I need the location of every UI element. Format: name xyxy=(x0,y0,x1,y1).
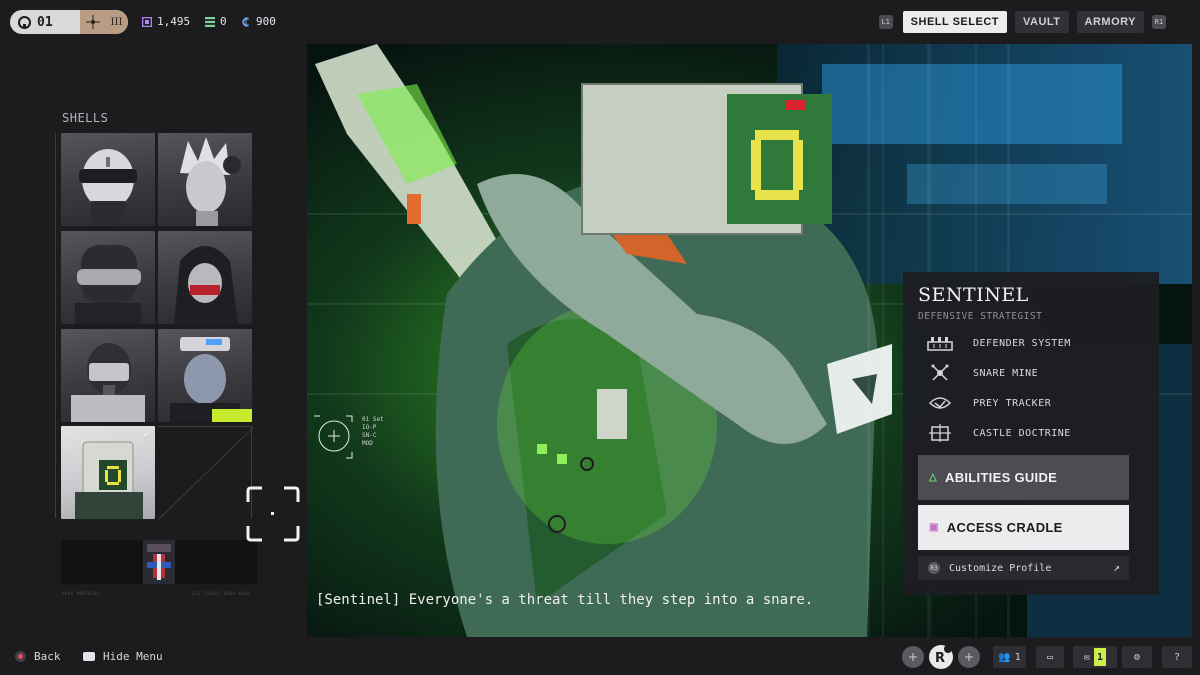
player-id: 01 xyxy=(10,10,80,34)
touchpad-button-icon xyxy=(83,652,95,661)
selected-check-icon: ✓ xyxy=(142,429,151,440)
currency-cubes: 1,495 xyxy=(142,15,190,28)
customize-profile-label: Customize Profile xyxy=(949,562,1052,574)
r3-button-hint: R3 xyxy=(928,562,940,574)
help-button[interactable]: ? xyxy=(1162,646,1192,668)
hud-readout-line: SN-C xyxy=(362,432,377,439)
player-id-text: 01 xyxy=(37,14,53,30)
player-emblem-icon xyxy=(18,15,31,29)
currency-credits-value: 900 xyxy=(256,15,276,28)
shell-portrait-sentinel[interactable]: ✓ xyxy=(61,426,155,519)
top-bar: 01 III 1,495 0 900 L1 SHELL SELECT VAULT… xyxy=(0,0,1200,44)
svg-text:R: R xyxy=(935,651,945,666)
ability-label: PREY TRACKER xyxy=(973,397,1052,409)
shell-info-card: SENTINEL DEFENSIVE STRATEGIST DEFENDER S… xyxy=(903,272,1159,595)
cube-currency-icon xyxy=(142,16,152,27)
shells-heading: SHELLS xyxy=(62,111,109,125)
ability-prey-tracker[interactable]: PREY TRACKER xyxy=(925,394,1051,412)
tab-shell-select[interactable]: SHELL SELECT xyxy=(902,11,1007,33)
prey-tracker-icon xyxy=(928,397,952,409)
access-cradle-button[interactable]: ▣ ACCESS CRADLE xyxy=(918,505,1129,550)
player-badge[interactable]: 01 III xyxy=(10,10,128,34)
shell-role: DEFENSIVE STRATEGIST xyxy=(918,311,1043,322)
top-nav: L1 SHELL SELECT VAULT ARMORY R1 xyxy=(878,11,1168,33)
rank-text: III xyxy=(110,16,123,28)
rank-cross-icon xyxy=(85,15,100,29)
shell-portrait-heavy-helm[interactable] xyxy=(61,231,155,324)
shells-divider xyxy=(55,133,56,518)
ability-snare-mine[interactable]: SNARE MINE xyxy=(925,364,1038,382)
tab-vault[interactable]: VAULT xyxy=(1014,11,1069,33)
shell-portrait-masked[interactable] xyxy=(61,329,155,422)
back-label: Back xyxy=(34,650,61,663)
mail-notification-badge: 1 xyxy=(1094,648,1107,666)
abilities-guide-button[interactable]: △ ABILITIES GUIDE xyxy=(918,455,1129,500)
hud-readout-line: IO-P xyxy=(362,424,377,431)
triangle-button-icon: △ xyxy=(929,472,937,483)
chat-icon: ▭ xyxy=(1046,651,1054,663)
castle-doctrine-icon xyxy=(929,424,951,442)
currency-credits: 900 xyxy=(241,15,276,28)
ability-label: SNARE MINE xyxy=(973,367,1039,379)
mail-button[interactable]: ✉ 1 xyxy=(1073,646,1117,668)
shell-portrait-visor[interactable] xyxy=(61,133,155,226)
shell-portrait-spiky-hair[interactable] xyxy=(158,133,252,226)
r1-button-hint: R1 xyxy=(1152,15,1166,29)
shell-name: SENTINEL xyxy=(918,284,1029,306)
mail-icon: ✉ xyxy=(1083,651,1090,663)
ability-defender-system[interactable]: DEFENDER SYSTEM xyxy=(925,334,1071,352)
banner-caption-left: ROOK PROTOCOL xyxy=(62,591,100,596)
hud-readout-line: MOD xyxy=(362,440,373,447)
tab-armory[interactable]: ARMORY xyxy=(1076,11,1144,33)
party-slots[interactable]: R xyxy=(899,644,987,670)
shell-portrait-headset[interactable] xyxy=(158,329,252,422)
settings-button[interactable]: ⚙ xyxy=(1122,646,1152,668)
currency-cubes-value: 1,495 xyxy=(157,15,191,28)
customize-profile-button[interactable]: R3 Customize Profile ↗ xyxy=(918,556,1129,580)
hide-menu-button[interactable]: Hide Menu xyxy=(83,650,163,663)
defender-system-icon xyxy=(927,337,953,351)
ledger-currency-icon xyxy=(205,16,215,27)
circle-button-icon xyxy=(15,651,26,662)
banner-emblem-icon xyxy=(143,540,175,584)
voice-line-subtitle: [Sentinel] Everyone's a threat till they… xyxy=(316,592,814,608)
back-button[interactable]: Back xyxy=(15,650,61,663)
square-button-icon: ▣ xyxy=(929,522,939,533)
ability-label: CASTLE DOCTRINE xyxy=(973,427,1071,439)
l1-button-hint: L1 xyxy=(878,15,893,29)
shell-portrait-hooded[interactable] xyxy=(158,231,252,324)
chat-button[interactable]: ▭ xyxy=(1036,646,1064,668)
player-rank: III xyxy=(80,10,128,34)
banner-caption-right: SIG TALENT 0000-0000 xyxy=(192,591,251,596)
empty-shell-slot xyxy=(158,426,252,518)
focus-bracket-icon xyxy=(246,486,300,542)
shell-banner[interactable] xyxy=(61,540,257,584)
hud-readout-line: 01 Set xyxy=(362,416,384,423)
access-cradle-label: ACCESS CRADLE xyxy=(946,520,1063,535)
snare-mine-icon xyxy=(931,364,949,381)
ability-label: DEFENDER SYSTEM xyxy=(973,337,1071,349)
party-count-button[interactable]: 👥 1 xyxy=(993,646,1026,668)
credits-currency-icon xyxy=(242,16,249,27)
group-icon: 👥 xyxy=(998,651,1011,663)
gear-icon: ⚙ xyxy=(1133,651,1141,663)
currency-ledger: 0 xyxy=(205,15,227,28)
party-count: 1 xyxy=(1014,651,1021,663)
external-arrow-icon: ↗ xyxy=(1113,561,1120,574)
currency-ledger-value: 0 xyxy=(220,15,227,28)
hide-menu-label: Hide Menu xyxy=(103,650,163,663)
help-icon: ? xyxy=(1173,651,1181,663)
abilities-guide-label: ABILITIES GUIDE xyxy=(945,470,1058,485)
target-reticle-icon xyxy=(314,415,353,459)
ability-castle-doctrine[interactable]: CASTLE DOCTRINE xyxy=(925,424,1071,442)
